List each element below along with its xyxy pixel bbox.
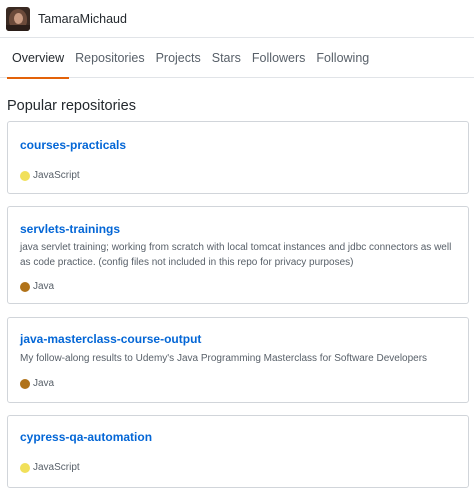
repo-description: My follow-along results to Udemy's Java … — [20, 353, 428, 364]
repo-description: java servlet training; working from scra… — [20, 242, 452, 268]
profile-tabs: Overview Repositories Projects Stars Fol… — [0, 38, 474, 79]
tab-projects[interactable]: Projects — [151, 38, 206, 78]
tab-repositories[interactable]: Repositories — [70, 38, 149, 78]
language-color-dot — [20, 281, 30, 292]
repo-card: servlets-trainings java servlet training… — [7, 206, 469, 304]
repo-card: cypress-qa-automation JavaScript — [7, 415, 469, 488]
language-color-dot — [20, 170, 30, 181]
repo-card: java-masterclass-course-output My follow… — [7, 317, 469, 403]
repo-name-link[interactable]: java-masterclass-course-output — [20, 332, 201, 346]
language-color-dot — [20, 462, 30, 473]
repo-language: JavaScript — [20, 170, 80, 181]
tab-followers[interactable]: Followers — [247, 38, 311, 78]
tab-following[interactable]: Following — [311, 38, 374, 78]
language-label: JavaScript — [33, 170, 80, 181]
repo-language: JavaScript — [20, 462, 80, 473]
language-label: Java — [33, 378, 55, 389]
repo-language: Java — [20, 378, 54, 389]
language-color-dot — [20, 378, 30, 389]
repo-name-link[interactable]: servlets-trainings — [20, 222, 120, 236]
repo-card: courses-practicals JavaScript — [7, 121, 469, 194]
avatar[interactable] — [6, 6, 30, 31]
language-label: JavaScript — [33, 462, 80, 473]
repo-name-link[interactable]: courses-practicals — [20, 138, 126, 152]
tab-stars[interactable]: Stars — [207, 38, 246, 78]
section-title: Popular repositories — [7, 98, 136, 114]
language-label: Java — [33, 281, 55, 292]
repo-language: Java — [20, 281, 54, 292]
repo-name-link[interactable]: cypress-qa-automation — [20, 430, 152, 444]
profile-header: TamaraMichaud — [0, 0, 474, 38]
username[interactable]: TamaraMichaud — [38, 12, 127, 26]
tab-overview[interactable]: Overview — [7, 38, 70, 79]
